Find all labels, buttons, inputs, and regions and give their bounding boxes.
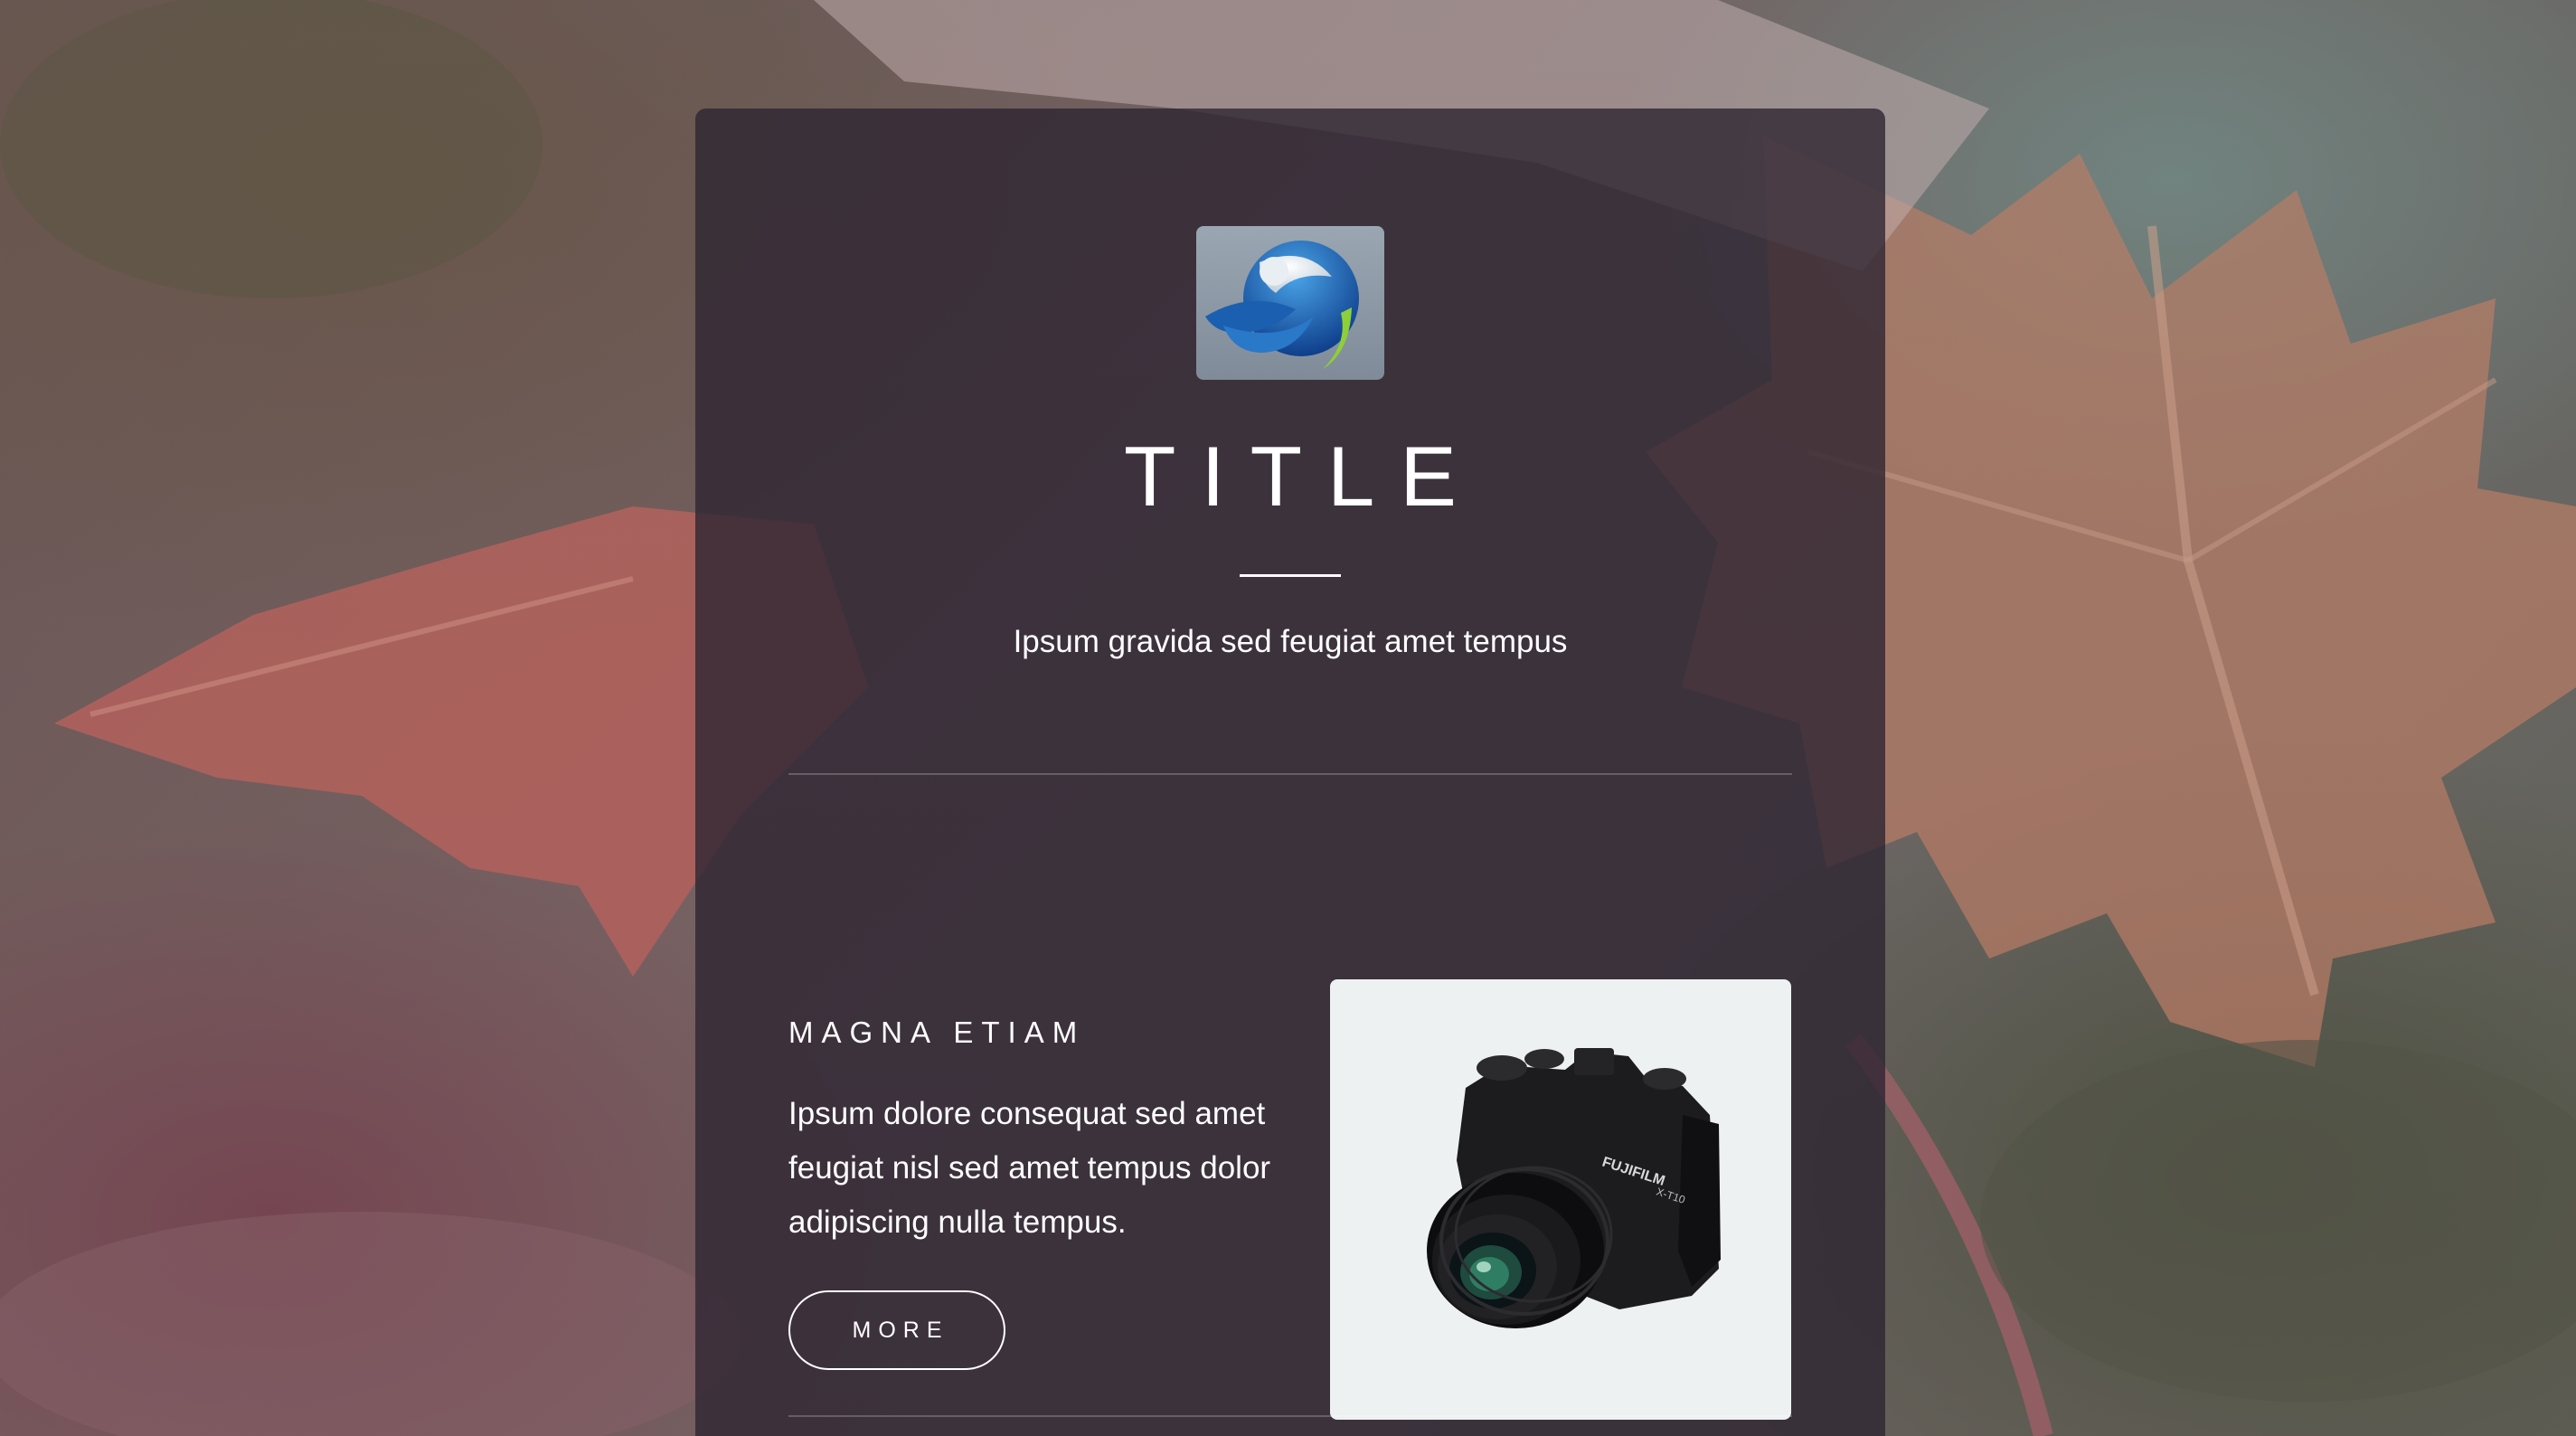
feature-description: Ipsum dolore consequat sed amet feugiat … (788, 1096, 1271, 1240)
feature-image: FUJIFILM X-T10 (1330, 979, 1791, 1420)
camera-icon: FUJIFILM X-T10 (1427, 1048, 1721, 1328)
logo[interactable] (1196, 226, 1384, 380)
blue-swirl-logo-icon (1205, 241, 1359, 369)
section-divider (788, 1415, 1792, 1417)
page-subtitle: Ipsum gravida sed feugiat amet tempus (1013, 624, 1568, 659)
title-underline (1240, 574, 1341, 577)
section-divider (788, 773, 1792, 775)
feature-heading: MAGNA ETIAM (788, 1016, 1086, 1049)
content-card: TITLE Ipsum gravida sed feugiat amet tem… (695, 109, 1885, 1436)
more-button[interactable]: MORE (788, 1290, 1005, 1370)
page-title: TITLE (1124, 429, 1482, 524)
